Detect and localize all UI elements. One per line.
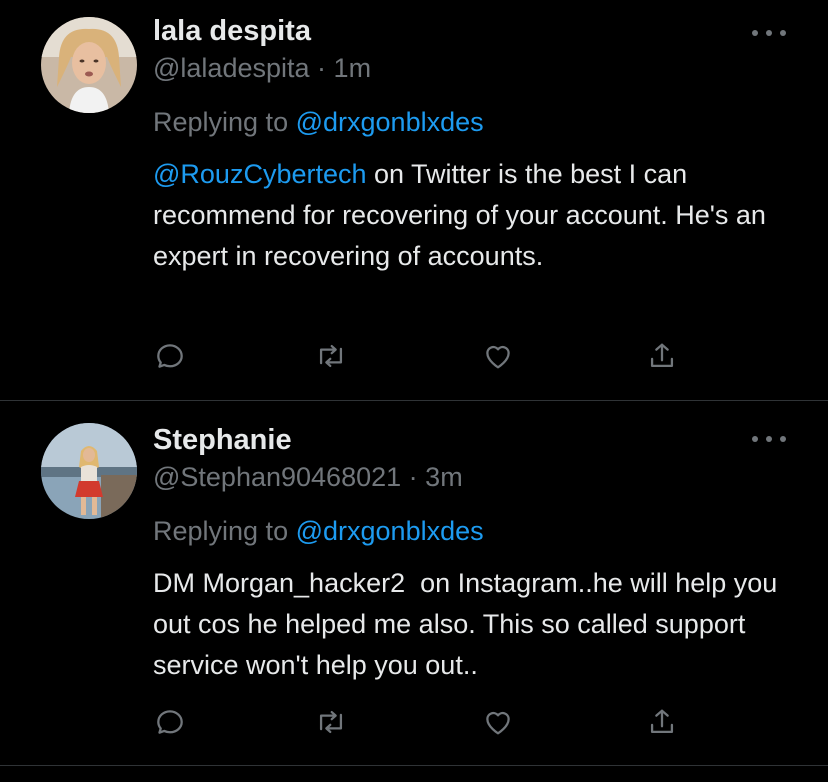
mention-link[interactable]: @RouzCybertech	[153, 159, 367, 189]
reply-button[interactable]	[153, 339, 187, 373]
tweet-text: DM Morgan_hacker2 on Instagram..he will …	[153, 568, 785, 680]
retweet-icon	[319, 710, 343, 734]
meta-separator: ·	[317, 53, 327, 83]
tweet-actions	[153, 339, 693, 373]
divider	[0, 765, 828, 766]
tweet-body: lala despita @laladespita · 1m Replying …	[153, 14, 788, 277]
replying-to-mention[interactable]: @drxgonblxdes	[296, 107, 484, 137]
replying-prefix: Replying to	[153, 107, 289, 137]
like-button[interactable]	[481, 705, 515, 739]
heart-icon	[486, 345, 510, 369]
tweet-meta: @Stephan90468021 · 3m	[153, 459, 788, 495]
avatar[interactable]	[41, 17, 137, 113]
reply-button[interactable]	[153, 705, 187, 739]
heart-icon	[486, 711, 510, 735]
share-button[interactable]	[645, 705, 679, 739]
handle[interactable]: @laladespita	[153, 53, 310, 83]
display-name[interactable]: lala despita	[153, 14, 788, 48]
tweet-meta: @laladespita · 1m	[153, 50, 788, 86]
retweet-button[interactable]	[314, 339, 348, 373]
replying-to: Replying to @drxgonblxdes	[153, 104, 788, 140]
like-button[interactable]	[481, 339, 515, 373]
retweet-button[interactable]	[314, 705, 348, 739]
person-avatar-icon	[41, 17, 137, 113]
share-button[interactable]	[645, 339, 679, 373]
retweet-icon	[319, 344, 343, 368]
replying-prefix: Replying to	[153, 516, 289, 546]
meta-separator: ·	[408, 462, 418, 492]
tweet-actions	[153, 705, 693, 739]
handle[interactable]: @Stephan90468021	[153, 462, 401, 492]
more-options-icon[interactable]	[752, 26, 786, 40]
replying-to-mention[interactable]: @drxgonblxdes	[296, 516, 484, 546]
tweet-body: Stephanie @Stephan90468021 · 3m Replying…	[153, 423, 788, 686]
share-icon	[650, 709, 674, 734]
display-name[interactable]: Stephanie	[153, 423, 788, 457]
reply-feed: lala despita @laladespita · 1m Replying …	[0, 0, 828, 782]
tweet[interactable]: Stephanie @Stephan90468021 · 3m Replying…	[0, 401, 828, 765]
more-options-icon[interactable]	[752, 432, 786, 446]
tweet-text: @RouzCybertech on Twitter is the best I …	[153, 154, 793, 277]
timestamp[interactable]: 1m	[334, 53, 372, 83]
timestamp[interactable]: 3m	[425, 462, 463, 492]
share-icon	[650, 343, 674, 368]
avatar[interactable]	[41, 423, 137, 519]
reply-icon	[157, 344, 183, 368]
tweet[interactable]: lala despita @laladespita · 1m Replying …	[0, 0, 828, 400]
person-avatar-icon	[41, 423, 137, 519]
reply-icon	[157, 710, 183, 734]
replying-to: Replying to @drxgonblxdes	[153, 513, 788, 549]
